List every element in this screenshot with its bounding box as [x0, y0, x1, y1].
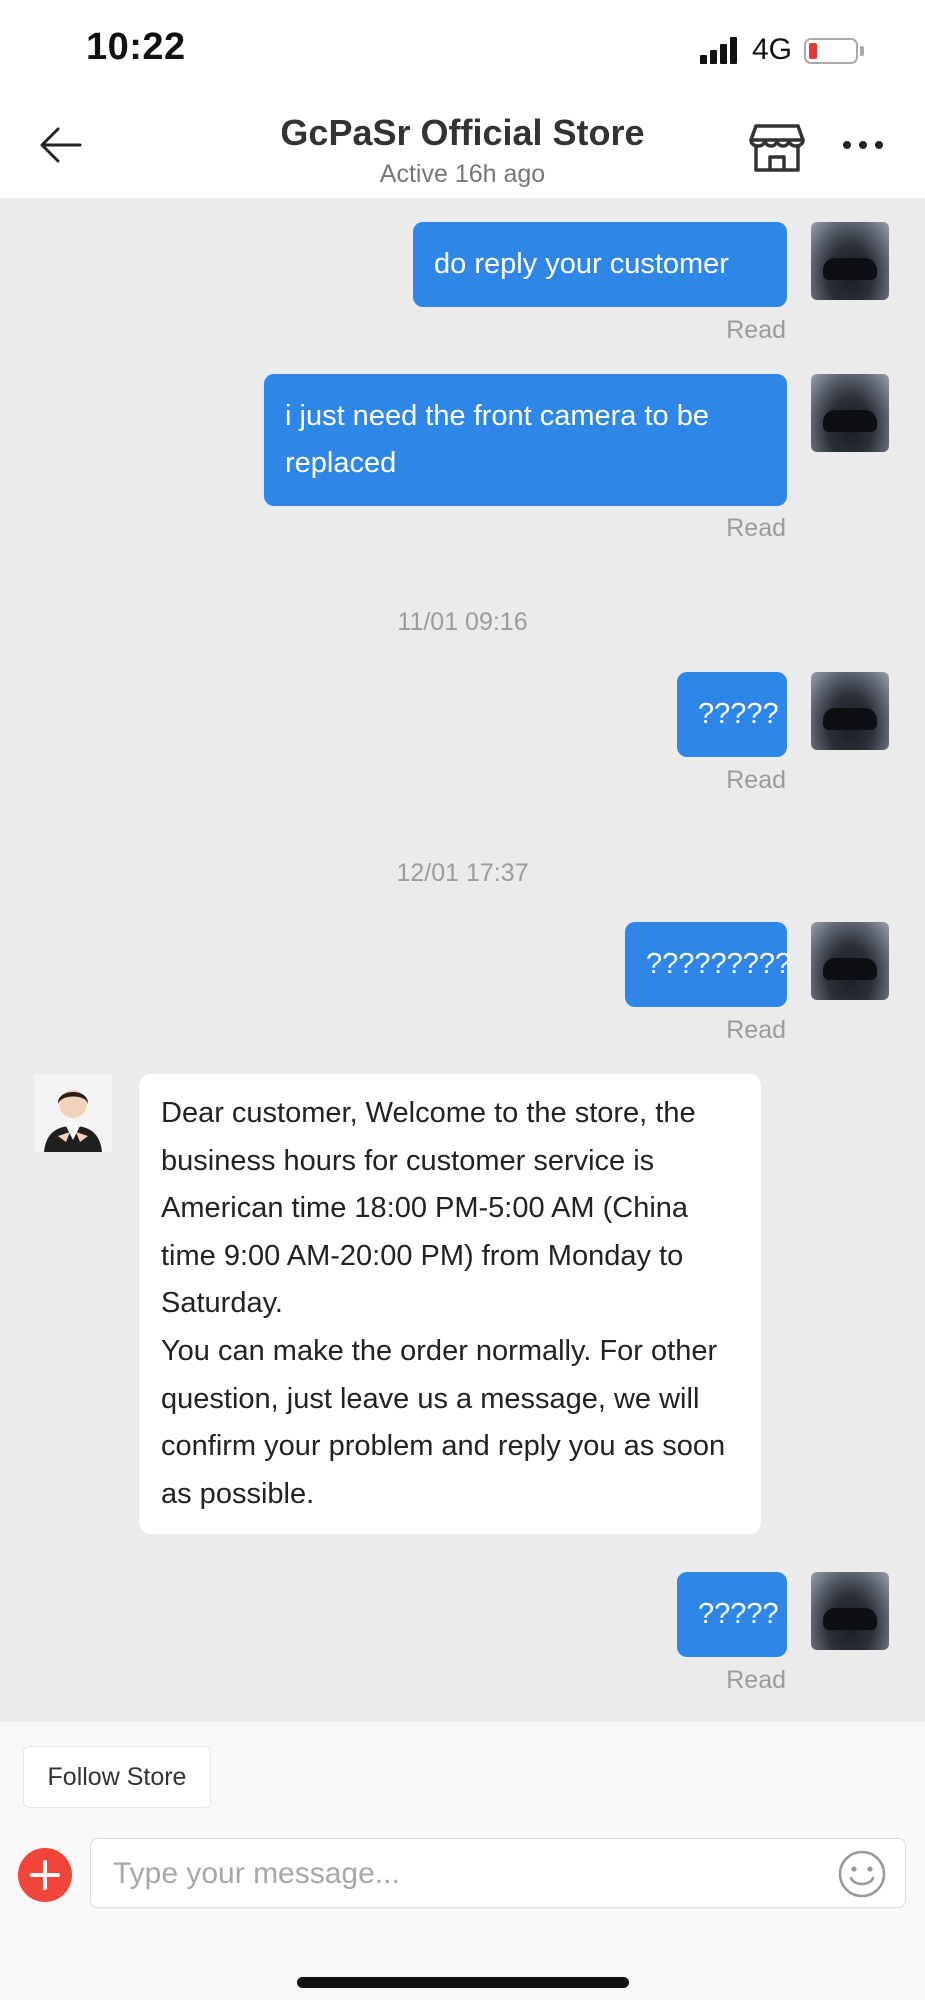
- follow-store-button[interactable]: Follow Store: [23, 1746, 211, 1808]
- network-label: 4G: [752, 33, 793, 66]
- plus-icon[interactable]: [18, 1848, 72, 1902]
- chat-area[interactable]: do reply your customer Read i just need …: [0, 198, 925, 1722]
- signal-icon: [700, 36, 738, 64]
- read-status: Read: [726, 514, 786, 542]
- timestamp: 11/01 09:16: [397, 608, 528, 636]
- user-avatar: [811, 922, 889, 1000]
- message-input-container[interactable]: [90, 1838, 906, 1908]
- battery-icon: [804, 38, 858, 64]
- more-icon[interactable]: [840, 130, 886, 160]
- status-time: 10:22: [86, 26, 186, 68]
- home-indicator: [297, 1977, 629, 1988]
- timestamp: 12/01 17:37: [396, 859, 529, 887]
- incoming-message[interactable]: Dear customer, Welcome to the store, the…: [139, 1074, 761, 1535]
- user-avatar: [811, 672, 889, 750]
- read-status: Read: [726, 766, 786, 794]
- outgoing-message[interactable]: ?????: [677, 672, 787, 757]
- read-status: Read: [726, 1016, 786, 1044]
- outgoing-message[interactable]: do reply your customer: [413, 222, 787, 307]
- user-avatar: [811, 222, 889, 300]
- outgoing-message[interactable]: ?????????: [625, 922, 791, 1007]
- compose-bar: Follow Store: [0, 1722, 925, 2000]
- outgoing-message[interactable]: i just need the front camera to be repla…: [264, 374, 787, 506]
- outgoing-message[interactable]: ?????: [677, 1572, 787, 1657]
- status-bar: 10:22 4G: [0, 0, 925, 100]
- user-avatar: [811, 1572, 889, 1650]
- battery-tip: [860, 46, 864, 56]
- message-input[interactable]: [111, 1847, 805, 1901]
- emoji-icon[interactable]: [837, 1849, 887, 1899]
- user-avatar: [811, 374, 889, 452]
- read-status: Read: [726, 316, 786, 344]
- store-icon[interactable]: [748, 122, 806, 174]
- read-status: Read: [726, 1666, 786, 1694]
- chat-header: GcPaSr Official Store Active 16h ago: [0, 100, 925, 199]
- store-agent-avatar: [34, 1074, 112, 1152]
